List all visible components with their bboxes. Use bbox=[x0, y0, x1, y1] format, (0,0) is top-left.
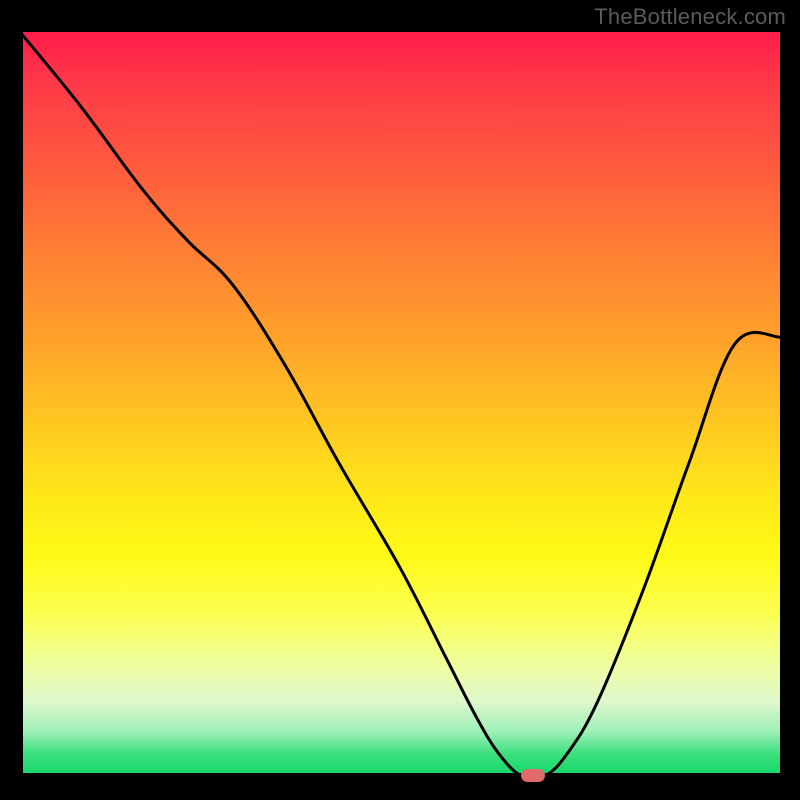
curve-layer bbox=[20, 32, 780, 776]
data-curve bbox=[20, 32, 780, 776]
watermark-text: TheBottleneck.com bbox=[594, 4, 786, 30]
pill-marker bbox=[521, 769, 545, 782]
chart-frame: TheBottleneck.com bbox=[0, 0, 800, 800]
